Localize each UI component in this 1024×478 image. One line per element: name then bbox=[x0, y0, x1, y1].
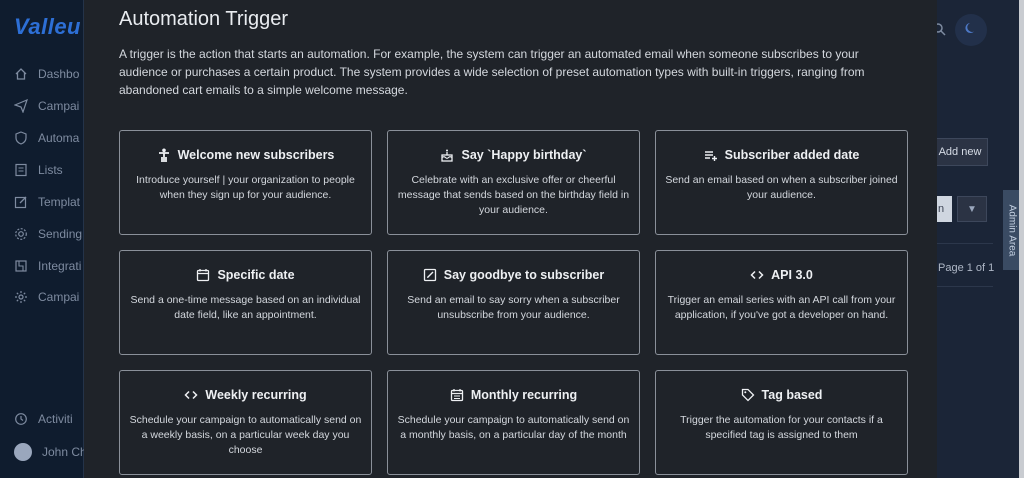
trigger-card-specific-date[interactable]: Specific date Send a one-time message ba… bbox=[119, 250, 372, 355]
tag-icon bbox=[741, 388, 755, 402]
card-title: Say `Happy birthday` bbox=[461, 148, 587, 162]
shield-icon bbox=[14, 131, 28, 145]
card-description: Introduce yourself | your organization t… bbox=[136, 174, 355, 201]
card-description: Send a one-time message based on an indi… bbox=[130, 294, 361, 321]
sidebar-item-label: Automa bbox=[38, 131, 80, 145]
trigger-card-tag[interactable]: Tag based Trigger the automation for you… bbox=[655, 370, 908, 475]
sidebar-item-campaign-settings[interactable]: Campai bbox=[14, 290, 79, 304]
sidebar-item-integrations[interactable]: Integrati bbox=[14, 259, 81, 273]
person-icon bbox=[157, 148, 171, 162]
card-description: Trigger the automation for your contacts… bbox=[680, 414, 883, 441]
sidebar-item-automation[interactable]: Automa bbox=[14, 131, 79, 145]
code-icon bbox=[184, 388, 198, 402]
user-name: John Ch bbox=[42, 445, 87, 459]
history-icon bbox=[14, 412, 28, 426]
calendar-icon bbox=[450, 388, 464, 402]
edit-box-icon bbox=[423, 268, 437, 282]
sidebar-item-label: Dashbo bbox=[38, 67, 80, 81]
moon-icon bbox=[964, 21, 978, 40]
sidebar-item-label: Lists bbox=[38, 163, 63, 177]
chevron-down-icon: ▼ bbox=[967, 203, 977, 215]
modal-description: A trigger is the action that starts an a… bbox=[119, 47, 865, 97]
card-title: Subscriber added date bbox=[724, 148, 860, 162]
modal-title: Automation Trigger bbox=[119, 8, 288, 30]
logo: Valleu bbox=[14, 14, 81, 39]
card-title: API 3.0 bbox=[771, 268, 813, 282]
dropdown-button[interactable]: ▼ bbox=[957, 196, 987, 222]
sidebar-user[interactable]: John Ch bbox=[14, 443, 87, 461]
plug-icon bbox=[14, 259, 28, 273]
trigger-card-weekly[interactable]: Weekly recurring Schedule your campaign … bbox=[119, 370, 372, 475]
sidebar-item-dashboard[interactable]: Dashbo bbox=[14, 67, 79, 81]
sidebar-item-lists[interactable]: Lists bbox=[14, 163, 63, 177]
settings-icon bbox=[14, 227, 28, 241]
card-description: Schedule your campaign to automatically … bbox=[397, 414, 630, 441]
page-scrollbar[interactable] bbox=[1019, 0, 1024, 478]
trigger-card-monthly[interactable]: Monthly recurring Schedule your campaign… bbox=[387, 370, 640, 475]
card-title: Tag based bbox=[761, 388, 823, 402]
divider bbox=[937, 243, 993, 244]
theme-toggle-button[interactable] bbox=[955, 14, 987, 46]
trigger-card-birthday[interactable]: Say `Happy birthday` Celebrate with an e… bbox=[387, 130, 640, 235]
divider bbox=[937, 286, 993, 287]
sidebar-item-campaigns[interactable]: Campai bbox=[14, 99, 79, 113]
avatar bbox=[14, 443, 32, 461]
card-description: Celebrate with an exclusive offer or che… bbox=[397, 174, 630, 216]
trigger-card-api[interactable]: API 3.0 Trigger an email series with an … bbox=[655, 250, 908, 355]
sidebar-item-label: Campai bbox=[38, 99, 80, 113]
sidebar-item-label: Templat bbox=[38, 195, 81, 209]
sidebar-item-activities[interactable]: Activiti bbox=[14, 412, 73, 426]
sidebar-item-label: Sending bbox=[38, 227, 83, 241]
trigger-card-welcome[interactable]: Welcome new subscribers Introduce yourse… bbox=[119, 130, 372, 235]
sidebar-item-label: Campai bbox=[38, 290, 80, 304]
sidebar: Valleu Dashbo Campai Automa Lists Templa… bbox=[0, 0, 87, 478]
sidebar-item-label: Integrati bbox=[38, 259, 82, 273]
card-title: Welcome new subscribers bbox=[177, 148, 335, 162]
list-add-icon bbox=[704, 148, 718, 162]
card-title: Weekly recurring bbox=[205, 388, 307, 402]
card-title: Say goodbye to subscriber bbox=[443, 268, 605, 282]
card-description: Send an email to say sorry when a subscr… bbox=[407, 294, 620, 321]
trigger-card-subscriber-added[interactable]: Subscriber added date Send an email base… bbox=[655, 130, 908, 235]
card-title: Monthly recurring bbox=[470, 388, 578, 402]
sidebar-item-label: Activiti bbox=[38, 412, 73, 426]
trigger-card-goodbye[interactable]: Say goodbye to subscriber Send an email … bbox=[387, 250, 640, 355]
card-description: Trigger an email series with an API call… bbox=[667, 294, 896, 321]
cake-icon bbox=[440, 148, 454, 162]
add-new-button[interactable]: Add new bbox=[932, 138, 988, 166]
gear-icon bbox=[14, 290, 28, 304]
list-icon bbox=[14, 163, 28, 177]
edit-icon bbox=[14, 195, 28, 209]
automation-trigger-modal: Automation Trigger A trigger is the acti… bbox=[84, 0, 937, 478]
card-title: Specific date bbox=[217, 268, 295, 282]
calendar-icon bbox=[196, 268, 210, 282]
sidebar-item-sending[interactable]: Sending bbox=[14, 227, 82, 241]
card-description: Send an email based on when a subscriber… bbox=[665, 174, 898, 201]
send-icon bbox=[14, 99, 28, 113]
code-icon bbox=[750, 268, 764, 282]
sidebar-item-templates[interactable]: Templat bbox=[14, 195, 80, 209]
card-description: Schedule your campaign to automatically … bbox=[129, 414, 362, 456]
pagination-label: Page 1 of 1 bbox=[938, 262, 995, 274]
home-icon bbox=[14, 67, 28, 81]
